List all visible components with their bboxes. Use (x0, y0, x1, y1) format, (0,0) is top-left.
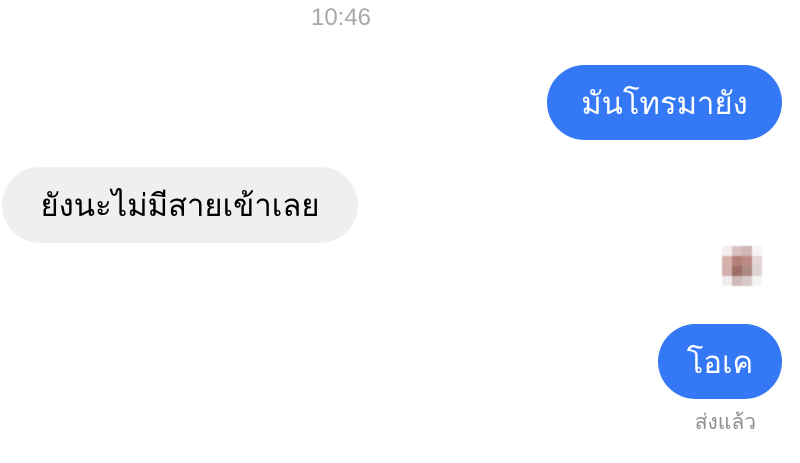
received-message-bubble[interactable]: ยังนะไม่มีสายเข้าเลย (2, 167, 358, 243)
message-text: มันโทรมายัง (581, 85, 748, 122)
sent-message-bubble[interactable]: มันโทรมายัง (547, 65, 782, 140)
message-text: โอเค (686, 344, 754, 381)
delivery-status: ส่งแล้ว (694, 410, 756, 434)
message-timestamp: 10:46 (310, 4, 372, 31)
sent-message-bubble[interactable]: โอเค (658, 324, 782, 399)
pixelated-avatar-icon (722, 246, 762, 286)
message-text: ยังนะไม่มีสายเข้าเลย (40, 188, 320, 224)
